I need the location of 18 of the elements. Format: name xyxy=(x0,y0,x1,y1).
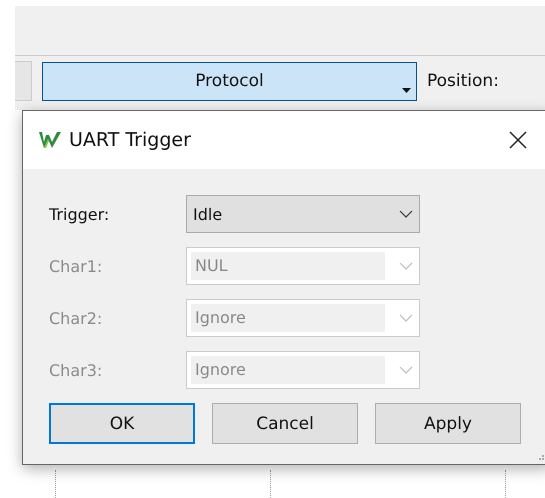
close-icon[interactable] xyxy=(509,131,527,149)
chevron-down-icon xyxy=(399,314,413,322)
field-label: Char2: xyxy=(49,308,104,328)
chevron-down-icon xyxy=(399,366,413,374)
field-label: Char3: xyxy=(49,360,104,380)
dropdown-arrow-icon xyxy=(402,88,411,92)
dialog-button[interactable]: Apply xyxy=(375,403,521,444)
dropdown-field[interactable]: Idle xyxy=(186,195,420,233)
field-label: Char1: xyxy=(49,256,104,276)
chevron-down-icon xyxy=(399,210,413,218)
protocol-dropdown[interactable]: Protocol xyxy=(42,62,417,100)
dialog-button[interactable]: OK xyxy=(49,403,195,444)
w-logo-icon xyxy=(39,131,61,149)
field-label: Trigger: xyxy=(49,204,110,224)
dialog-button[interactable]: Cancel xyxy=(212,403,358,444)
dialog-title: UART Trigger xyxy=(69,129,192,151)
position-label: Position: xyxy=(427,71,499,91)
chevron-down-icon xyxy=(399,262,413,270)
